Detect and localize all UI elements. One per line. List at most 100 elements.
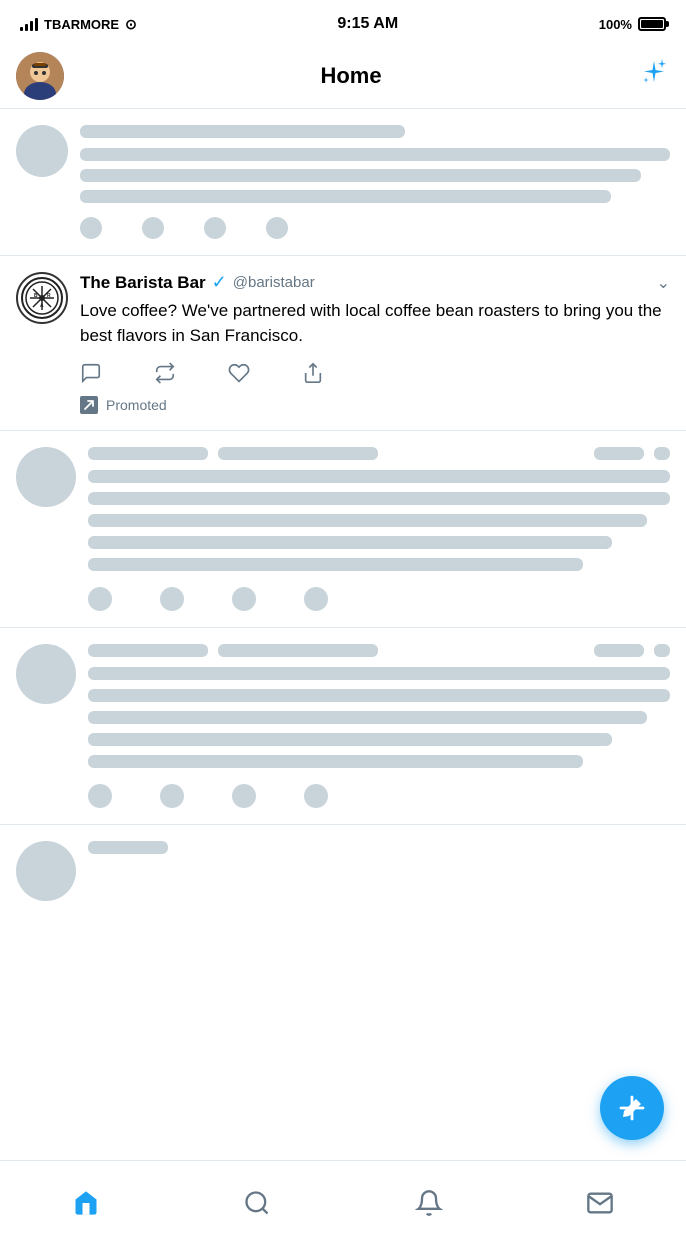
tweet-text: Love coffee? We've partnered with local … xyxy=(80,299,670,348)
status-left: TBARMORE ⊙ xyxy=(20,16,137,33)
skeleton-dots xyxy=(654,644,670,657)
compose-fab-icon xyxy=(614,1090,650,1126)
skeleton-line xyxy=(88,492,670,505)
skeleton-content-3 xyxy=(88,644,670,808)
tweet-author: The Barista Bar ✓ @baristabar xyxy=(80,272,315,293)
signal-icon xyxy=(20,17,38,31)
svg-text:B: B xyxy=(34,293,38,299)
promoted-row: Promoted xyxy=(80,396,670,414)
chevron-down-icon[interactable]: ⌄ xyxy=(657,273,670,293)
skeleton-time xyxy=(594,644,644,657)
skeleton-line xyxy=(88,733,612,746)
skeleton-dot xyxy=(142,217,164,239)
skeleton-line xyxy=(88,514,647,527)
tweet-skeleton-3 xyxy=(0,628,686,825)
skeleton-dot xyxy=(88,587,112,611)
skeleton-content-2 xyxy=(88,447,670,611)
page-title: Home xyxy=(320,63,381,89)
skeleton-time xyxy=(594,447,644,460)
skeleton-dot xyxy=(304,784,328,808)
skeleton-dot xyxy=(232,587,256,611)
skeleton-avatar-2 xyxy=(16,447,76,507)
tweet-name: The Barista Bar xyxy=(80,273,206,293)
skeleton-dot xyxy=(160,784,184,808)
svg-text:R: R xyxy=(47,293,51,299)
verified-badge: ✓ xyxy=(212,272,227,293)
barista-logo-svg: B R A xyxy=(20,276,64,320)
skeleton-line xyxy=(88,755,583,768)
tab-home[interactable] xyxy=(56,1181,116,1225)
status-bar: TBARMORE ⊙ 9:15 AM 100% xyxy=(0,0,686,44)
tweet-header-row: The Barista Bar ✓ @baristabar ⌄ xyxy=(80,272,670,293)
skeleton-actions-1 xyxy=(80,217,670,239)
svg-text:A: A xyxy=(40,303,44,309)
tweet-body: The Barista Bar ✓ @baristabar ⌄ Love cof… xyxy=(80,272,670,414)
skeleton-line xyxy=(88,689,670,702)
skeleton-avatar-3 xyxy=(16,644,76,704)
battery-fill xyxy=(641,20,663,28)
tweet-skeleton-partial xyxy=(0,825,686,917)
skeleton-line xyxy=(80,148,670,161)
tab-search[interactable] xyxy=(227,1181,287,1225)
avatar-svg xyxy=(16,52,64,100)
skeleton-line xyxy=(88,536,612,549)
skeleton-actions-3 xyxy=(88,784,670,808)
skeleton-handle xyxy=(218,644,378,657)
barista-avatar[interactable]: B R A xyxy=(16,272,68,324)
carrier-name: TBARMORE xyxy=(44,17,119,32)
battery-icon xyxy=(638,17,666,31)
status-right: 100% xyxy=(599,17,666,32)
home-icon xyxy=(72,1189,100,1217)
tweet-actions xyxy=(80,362,670,384)
skeleton-line xyxy=(80,169,641,182)
skeleton-avatar-partial xyxy=(16,841,76,901)
compose-fab[interactable] xyxy=(600,1076,664,1140)
search-icon xyxy=(243,1189,271,1217)
skeleton-line xyxy=(88,841,168,854)
skeleton-name xyxy=(88,447,208,460)
skeleton-avatar-1 xyxy=(16,125,68,177)
tweet-skeleton-top xyxy=(0,109,686,256)
skeleton-dot xyxy=(80,217,102,239)
skeleton-dot xyxy=(204,217,226,239)
sparkle-icon[interactable] xyxy=(638,57,670,96)
skeleton-header-3 xyxy=(88,644,670,657)
status-time: 9:15 AM xyxy=(337,15,398,33)
tweet-handle: @baristabar xyxy=(233,274,315,291)
tweet-skeleton-2 xyxy=(0,431,686,628)
battery-percent: 100% xyxy=(599,17,632,32)
skeleton-dot xyxy=(88,784,112,808)
skeleton-name xyxy=(88,644,208,657)
skeleton-content-1 xyxy=(80,125,670,239)
promoted-icon xyxy=(80,396,98,414)
skeleton-dot xyxy=(160,587,184,611)
skeleton-actions-2 xyxy=(88,587,670,611)
skeleton-line xyxy=(88,470,670,483)
like-button[interactable] xyxy=(228,362,250,384)
skeleton-line xyxy=(88,711,647,724)
promoted-label: Promoted xyxy=(106,397,167,413)
skeleton-dot xyxy=(304,587,328,611)
wifi-icon: ⊙ xyxy=(125,16,137,33)
messages-icon xyxy=(586,1189,614,1217)
skeleton-line xyxy=(88,667,670,680)
feed: B R A The Barista Bar ✓ @baristabar ⌄ Lo… xyxy=(0,109,686,1001)
comment-button[interactable] xyxy=(80,362,102,384)
skeleton-dots xyxy=(654,447,670,460)
skeleton-handle xyxy=(218,447,378,460)
skeleton-line xyxy=(80,190,611,203)
avatar-image xyxy=(16,52,64,100)
skeleton-line xyxy=(80,125,405,138)
share-button[interactable] xyxy=(302,362,324,384)
tab-notifications[interactable] xyxy=(399,1181,459,1225)
skeleton-content-partial xyxy=(88,841,670,901)
retweet-button[interactable] xyxy=(154,362,176,384)
skeleton-dot xyxy=(232,784,256,808)
tab-messages[interactable] xyxy=(570,1181,630,1225)
skeleton-dot xyxy=(266,217,288,239)
barista-tweet: B R A The Barista Bar ✓ @baristabar ⌄ Lo… xyxy=(0,256,686,431)
user-avatar[interactable] xyxy=(16,52,64,100)
tab-bar xyxy=(0,1160,686,1244)
skeleton-header-2 xyxy=(88,447,670,460)
header: Home xyxy=(0,44,686,109)
